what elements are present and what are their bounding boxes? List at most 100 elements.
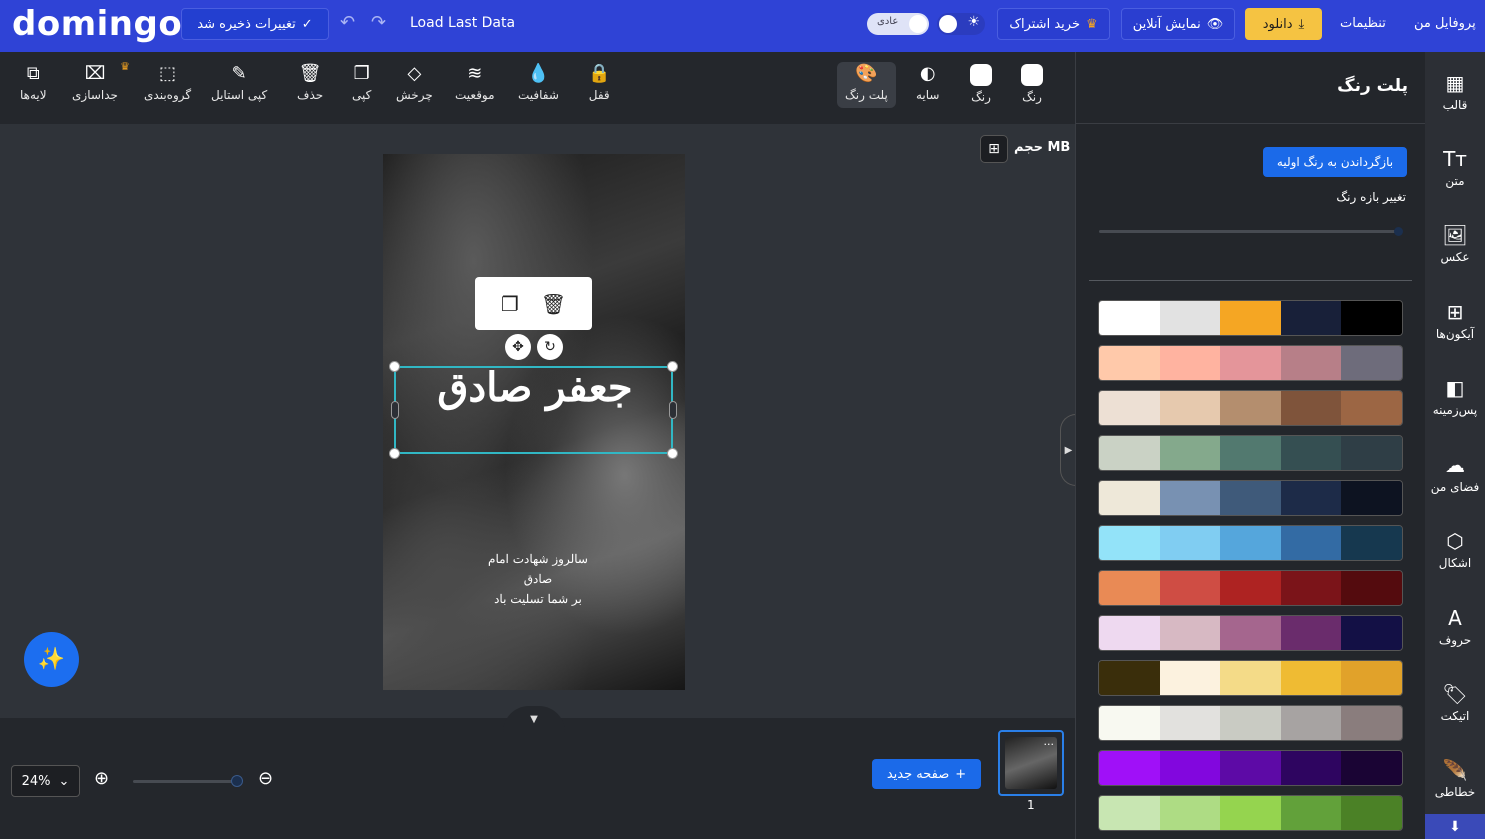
palette-swatch [1341, 751, 1402, 785]
settings-link[interactable]: تنظیمات [1340, 16, 1386, 31]
redo-icon[interactable]: ↷ [371, 12, 386, 33]
tool-layers-label: لایه‌ها [20, 88, 47, 102]
palette-swatch [1099, 751, 1160, 785]
tool-color-2[interactable]: رنگ [1021, 64, 1043, 104]
tool-palette[interactable]: 🎨 پلت رنگ [837, 62, 896, 108]
zoom-select[interactable]: 24% ⌄ [11, 765, 80, 797]
rotate-handle-icon[interactable]: ↻ [537, 334, 563, 360]
palette-swatch [1220, 706, 1281, 740]
theme-toggle[interactable]: ☀ [937, 13, 985, 35]
sidebar-item-letters[interactable]: A حروف [1425, 607, 1485, 647]
calculator-icon[interactable]: ⊞ [980, 135, 1008, 163]
palette-row[interactable] [1098, 525, 1403, 561]
calligraphy-icon: 🪶 [1442, 758, 1468, 782]
tool-copy-style[interactable]: ✎ کپی استایل [211, 64, 267, 103]
mode-toggle[interactable]: عادی [867, 13, 929, 35]
palette-row[interactable] [1098, 480, 1403, 516]
tool-lock[interactable]: 🔒 قفل [588, 64, 610, 103]
subscribe-button[interactable]: خرید اشتراک ♛ [997, 8, 1110, 40]
tool-color-1[interactable]: رنگ [970, 64, 992, 104]
sidebar-item-text[interactable]: Tт متن [1425, 148, 1485, 188]
group-icon: ⬚ [159, 63, 177, 84]
tool-group[interactable]: ⬚ گروه‌بندی [144, 63, 191, 103]
magic-wand-button[interactable]: ✨ [24, 632, 79, 687]
online-preview-button[interactable]: نمایش آنلاین 👁 [1121, 8, 1235, 40]
zoom-slider[interactable] [133, 780, 237, 783]
sidebar-item-my-space[interactable]: ☁ فضای من [1425, 454, 1485, 494]
color-range-knob[interactable] [1394, 227, 1403, 236]
sidebar-item-calligraphy[interactable]: 🪶 خطاطی [1425, 759, 1485, 799]
text-icon: Tт [1443, 147, 1467, 171]
palette-row[interactable] [1098, 570, 1403, 606]
palette-swatch [1280, 571, 1342, 605]
copy-icon: ❐ [353, 63, 370, 84]
tool-color-1-label: رنگ [971, 90, 991, 104]
tool-position[interactable]: ≋ موقعیت [455, 64, 495, 103]
zoom-in-icon[interactable]: ⊕ [94, 768, 109, 789]
sidebar-item-background[interactable]: ◧ پس‌زمینه [1425, 377, 1485, 417]
palette-row[interactable] [1098, 795, 1403, 831]
palette-row[interactable] [1098, 390, 1403, 426]
sidebar-item-shapes[interactable]: ⬡ اشکال [1425, 530, 1485, 570]
load-last-data-button[interactable]: Load Last Data [410, 15, 515, 31]
new-page-button[interactable]: صفحه جدید + [872, 759, 981, 789]
palette-row[interactable] [1098, 300, 1403, 336]
thumbnail-menu-icon[interactable]: ... [1044, 735, 1055, 748]
reset-colors-button[interactable]: بازگرداندن به رنگ اولیه [1263, 147, 1407, 177]
panel-header: پلت رنگ [1076, 52, 1426, 124]
move-handle-icon[interactable]: ✥ [505, 334, 531, 360]
sidebar-item-image[interactable]: 🖼 عکس [1425, 224, 1485, 264]
palette-swatch [1099, 301, 1160, 335]
resize-handle-bottom-right[interactable] [667, 448, 678, 459]
arrow-down-icon: ⬇ [1449, 818, 1461, 835]
palette-swatch [1159, 346, 1221, 380]
profile-link[interactable]: پروفایل من [1414, 16, 1476, 31]
sidebar-item-template[interactable]: ▦ قالب [1425, 72, 1485, 112]
tool-shadow[interactable]: ◐ سایه [916, 64, 939, 103]
tool-rotate[interactable]: ◇ چرخش [396, 64, 433, 103]
resize-handle-right[interactable] [669, 401, 677, 419]
zoom-out-icon[interactable]: ⊖ [258, 768, 273, 789]
palette-row[interactable] [1098, 705, 1403, 741]
sun-icon: ☀ [967, 14, 980, 30]
saved-label: تغییرات ذخیره شد [197, 16, 296, 32]
resize-handle-top-left[interactable] [389, 361, 400, 372]
subtitle-line-1: سالروز شهادت امام صادق [488, 552, 588, 586]
palette-row[interactable] [1098, 345, 1403, 381]
saved-status-button[interactable]: تغییرات ذخیره شد ✓ [181, 8, 329, 40]
zoom-slider-knob[interactable] [231, 775, 243, 787]
resize-handle-top-right[interactable] [667, 361, 678, 372]
delete-icon[interactable]: 🗑 [541, 292, 566, 316]
palette-swatch [1341, 301, 1402, 335]
logo[interactable]: domingo [12, 4, 182, 44]
download-button[interactable]: دانلود ⤓ [1245, 8, 1322, 40]
tool-opacity[interactable]: 💧 شفافیت [518, 64, 559, 103]
palette-row[interactable] [1098, 435, 1403, 471]
tool-copy[interactable]: ❐ کپی [352, 63, 371, 103]
resize-handle-bottom-left[interactable] [389, 448, 400, 459]
collapse-panel-button[interactable]: ▶ [1060, 414, 1076, 486]
tool-detach[interactable]: ⌧ جداسازی ♛ [72, 60, 130, 102]
resize-handle-left[interactable] [391, 401, 399, 419]
tool-delete[interactable]: 🗑 حذف [297, 64, 323, 103]
calligraphy-subtitle[interactable]: سالروز شهادت امام صادق بر شما تسلیت باد [478, 549, 598, 609]
scroll-down-button[interactable]: ⬇ [1425, 814, 1485, 839]
palette-row[interactable] [1098, 660, 1403, 696]
palette-swatch [1280, 481, 1342, 515]
sidebar-item-sticker[interactable]: 🏷 اتیکت [1425, 683, 1485, 723]
tool-position-label: موقعیت [455, 88, 495, 102]
color-range-slider[interactable] [1099, 230, 1402, 233]
palette-swatch [1280, 391, 1342, 425]
tool-opacity-label: شفافیت [518, 88, 559, 102]
palette-swatch [1341, 346, 1402, 380]
undo-icon[interactable]: ↶ [340, 12, 355, 33]
duplicate-icon[interactable]: ❐ [501, 292, 519, 316]
tool-layers[interactable]: ⧉ لایه‌ها [20, 64, 47, 103]
sidebar-item-icons[interactable]: ⊞ آیکون‌ها [1425, 301, 1485, 341]
palette-row[interactable] [1098, 750, 1403, 786]
palette-row[interactable] [1098, 615, 1403, 651]
page-thumbnail[interactable]: ... [998, 730, 1064, 796]
palette-swatch [1280, 436, 1342, 470]
palette-swatch [1099, 346, 1160, 380]
preview-label: نمایش آنلاین [1132, 16, 1201, 32]
